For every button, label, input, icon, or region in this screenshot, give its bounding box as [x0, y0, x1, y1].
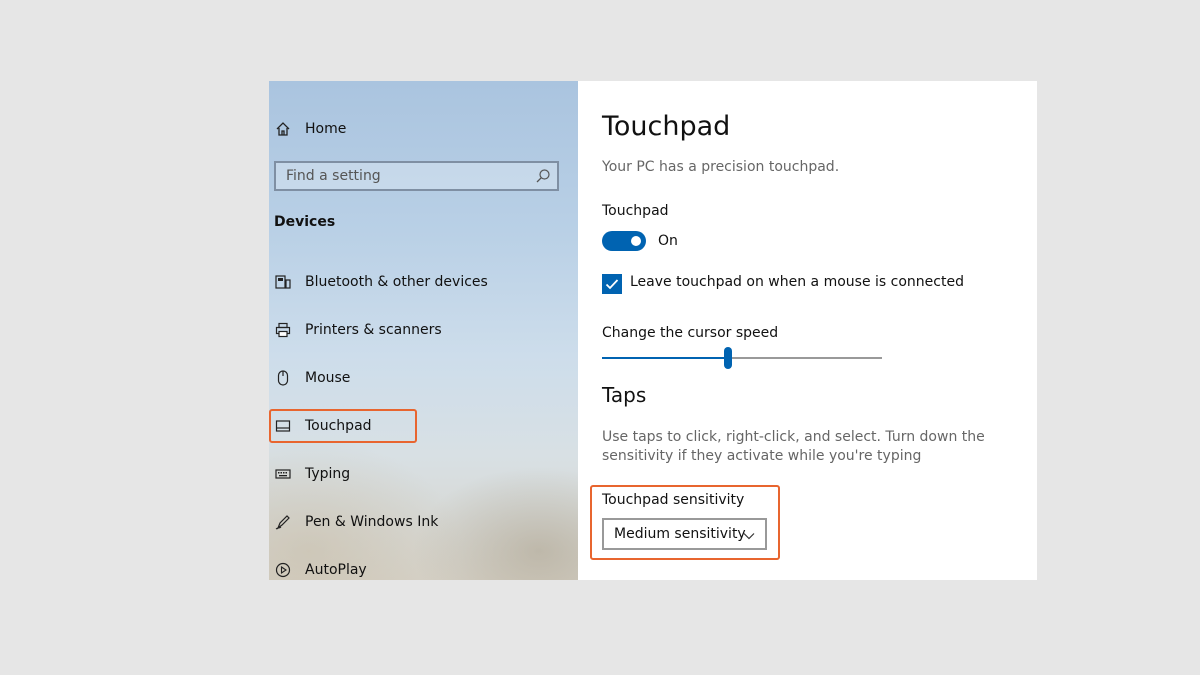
page-subtitle: Your PC has a precision touchpad. [602, 159, 840, 175]
toggle-state-label: On [658, 233, 678, 249]
nav-home[interactable]: Home [269, 113, 346, 145]
sidebar-item-label: Typing [305, 466, 351, 482]
main-content: Touchpad Your PC has a precision touchpa… [578, 81, 1037, 580]
sidebar-item-label: Printers & scanners [305, 322, 442, 338]
checkmark-icon [605, 279, 619, 290]
leave-touchpad-on-checkbox[interactable] [602, 274, 622, 294]
sidebar-item-label: AutoPlay [305, 562, 367, 578]
sidebar-item-mouse[interactable]: Mouse [269, 362, 350, 394]
printer-icon [275, 322, 291, 338]
taps-description: Use taps to click, right-click, and sele… [602, 429, 985, 464]
touchpad-toggle-label: Touchpad [602, 203, 669, 219]
cursor-speed-thumb[interactable] [724, 347, 732, 369]
bluetooth-devices-icon [275, 274, 291, 290]
taps-heading: Taps [602, 383, 647, 407]
section-title: Devices [274, 214, 336, 230]
search-icon[interactable] [535, 168, 551, 188]
cursor-speed-fill [602, 357, 728, 359]
keyboard-icon [275, 466, 291, 482]
sidebar-item-typing[interactable]: Typing [269, 458, 350, 490]
page-title: Touchpad [602, 111, 731, 142]
toggle-knob [631, 236, 641, 246]
sidebar-item-bluetooth[interactable]: Bluetooth & other devices [269, 266, 488, 298]
search-box[interactable] [274, 161, 559, 191]
pen-icon [275, 514, 291, 530]
sidebar: Home Devices Bluetooth & other devices P… [269, 81, 578, 580]
autoplay-icon [275, 562, 291, 578]
touchpad-highlight [269, 409, 417, 443]
nav-home-label: Home [305, 121, 347, 137]
settings-window: Home Devices Bluetooth & other devices P… [269, 81, 1037, 580]
sidebar-item-pen[interactable]: Pen & Windows Ink [269, 506, 438, 538]
home-icon [275, 121, 291, 137]
sidebar-item-autoplay[interactable]: AutoPlay [269, 554, 367, 580]
sensitivity-highlight [590, 485, 780, 560]
sidebar-item-printers[interactable]: Printers & scanners [269, 314, 442, 346]
sidebar-item-label: Bluetooth & other devices [305, 274, 488, 290]
mouse-icon [275, 370, 291, 386]
leave-touchpad-on-label: Leave touchpad on when a mouse is connec… [630, 274, 964, 290]
sidebar-item-label: Mouse [305, 370, 351, 386]
sidebar-item-label: Pen & Windows Ink [305, 514, 439, 530]
cursor-speed-label: Change the cursor speed [602, 325, 779, 341]
search-input[interactable] [276, 163, 526, 189]
touchpad-toggle[interactable] [602, 231, 646, 251]
